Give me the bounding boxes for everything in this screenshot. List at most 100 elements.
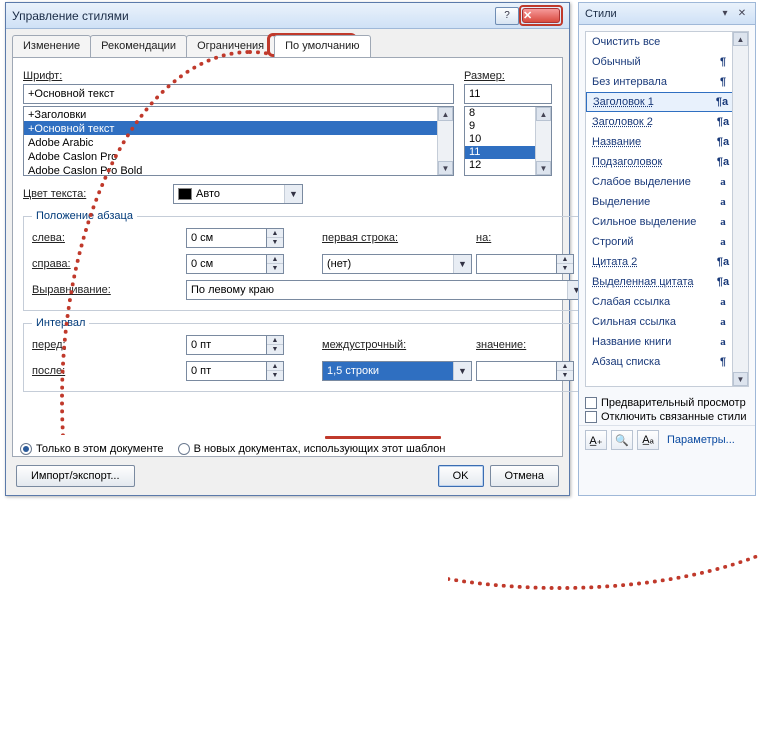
style-mark-icon: a	[716, 236, 730, 248]
tab-edit[interactable]: Изменение	[12, 35, 91, 57]
on-label: на:	[476, 232, 586, 244]
style-item[interactable]: Очистить все	[586, 32, 748, 52]
new-style-button[interactable]: A̲₊	[585, 430, 607, 450]
style-item[interactable]: Обычный¶	[586, 52, 748, 72]
linespacing-select[interactable]: 1,5 строки ▼	[322, 361, 472, 381]
before-value[interactable]: 0 пт	[186, 335, 266, 355]
scroll-up-icon[interactable]: ▲	[733, 32, 748, 46]
on-spinner[interactable]: ▲▼	[476, 254, 586, 274]
style-item[interactable]: Строгийa	[586, 232, 748, 252]
value-value[interactable]	[476, 361, 556, 381]
style-item[interactable]: Абзац списка¶	[586, 352, 748, 372]
scroll-up-icon[interactable]: ▲	[536, 107, 551, 121]
left-spinner[interactable]: 0 см ▲▼	[186, 228, 318, 248]
radio-dot-icon	[20, 443, 32, 455]
style-item[interactable]: Цитата 2¶a	[586, 252, 748, 272]
spin-up-icon[interactable]: ▲	[557, 362, 573, 371]
ok-button[interactable]: OK	[438, 465, 484, 487]
size-input[interactable]: 11	[464, 84, 552, 104]
panel-menu-icon[interactable]: ▾	[718, 7, 732, 21]
align-select[interactable]: По левому краю ▼	[186, 280, 586, 300]
style-mark-icon: ¶a	[716, 276, 730, 288]
styles-panel: Стили ▾ ✕ Очистить всеОбычный¶Без интерв…	[578, 2, 756, 496]
checkbox-disable-linked[interactable]: Отключить связанные стили	[585, 411, 749, 423]
spin-down-icon[interactable]: ▼	[267, 345, 283, 354]
panel-close-icon[interactable]: ✕	[735, 7, 749, 21]
style-inspector-button[interactable]: 🔍	[611, 430, 633, 450]
scroll-down-icon[interactable]: ▼	[438, 161, 453, 175]
on-value[interactable]	[476, 254, 556, 274]
right-spinner[interactable]: 0 см ▲▼	[186, 254, 318, 274]
spin-up-icon[interactable]: ▲	[267, 362, 283, 371]
style-item-name: Абзац списка	[592, 356, 716, 368]
checkbox-preview[interactable]: Предварительный просмотр	[585, 397, 749, 409]
font-item[interactable]: Adobe Caslon Pro	[24, 149, 453, 163]
value-spinner[interactable]: ▲▼	[476, 361, 586, 381]
left-value[interactable]: 0 см	[186, 228, 266, 248]
style-item[interactable]: Название¶a	[586, 132, 748, 152]
style-item[interactable]: Заголовок 2¶a	[586, 112, 748, 132]
style-item[interactable]: Заголовок 1¶a	[586, 92, 748, 112]
radio-this-document[interactable]: Только в этом документе	[20, 443, 164, 455]
style-item[interactable]: Слабое выделениеa	[586, 172, 748, 192]
spin-up-icon[interactable]: ▲	[267, 336, 283, 345]
font-scrollbar[interactable]: ▲ ▼	[437, 107, 453, 175]
spin-down-icon[interactable]: ▼	[557, 371, 573, 380]
style-mark-icon: ¶	[716, 76, 730, 88]
value-label: значение:	[476, 339, 586, 351]
font-item[interactable]: +Заголовки	[24, 107, 453, 121]
style-list[interactable]: Очистить всеОбычный¶Без интервала¶Заголо…	[585, 31, 749, 387]
style-item[interactable]: Без интервала¶	[586, 72, 748, 92]
text-color-label: Цвет текста:	[23, 188, 163, 200]
radio-new-documents[interactable]: В новых документах, использующих этот ша…	[178, 443, 446, 455]
size-scrollbar[interactable]: ▲ ▼	[535, 107, 551, 175]
spin-up-icon[interactable]: ▲	[557, 255, 573, 264]
cancel-button[interactable]: Отмена	[490, 465, 559, 487]
spin-down-icon[interactable]: ▼	[267, 371, 283, 380]
scroll-up-icon[interactable]: ▲	[438, 107, 453, 121]
spin-down-icon[interactable]: ▼	[557, 264, 573, 273]
spin-down-icon[interactable]: ▼	[267, 264, 283, 273]
after-value[interactable]: 0 пт	[186, 361, 266, 381]
before-label: перед:	[32, 339, 182, 351]
text-color-select[interactable]: Авто ▼	[173, 184, 303, 204]
style-scrollbar[interactable]: ▲ ▼	[732, 32, 748, 386]
font-value: +Основной текст	[28, 88, 114, 100]
style-item-name: Выделение	[592, 196, 716, 208]
tab-restrict[interactable]: Ограничения	[186, 35, 275, 57]
tab-recommend[interactable]: Рекомендации	[90, 35, 187, 57]
chevron-down-icon: ▼	[453, 255, 471, 273]
font-item[interactable]: Adobe Arabic	[24, 135, 453, 149]
scroll-down-icon[interactable]: ▼	[733, 372, 748, 386]
options-link[interactable]: Параметры...	[667, 434, 735, 446]
spin-up-icon[interactable]: ▲	[267, 229, 283, 238]
import-export-button[interactable]: Импорт/экспорт...	[16, 465, 135, 487]
style-item[interactable]: Выделенная цитата¶a	[586, 272, 748, 292]
scroll-down-icon[interactable]: ▼	[536, 161, 551, 175]
manage-styles-button[interactable]: A̲ₐ	[637, 430, 659, 450]
size-listbox[interactable]: 8 9 10 11 12 ▲ ▼	[464, 106, 552, 176]
style-item[interactable]: Название книгиa	[586, 332, 748, 352]
firstline-select[interactable]: (нет) ▼	[322, 254, 472, 274]
font-item[interactable]: +Основной текст	[24, 121, 453, 135]
font-item[interactable]: Adobe Caslon Pro Bold	[24, 163, 453, 176]
style-item[interactable]: Сильная ссылкаa	[586, 312, 748, 332]
style-item-name: Подзаголовок	[592, 156, 716, 168]
style-item[interactable]: Сильное выделениеa	[586, 212, 748, 232]
help-button[interactable]: ?	[495, 7, 519, 25]
size-value: 11	[469, 88, 480, 100]
tab-defaults[interactable]: По умолчанию	[274, 35, 370, 57]
style-item[interactable]: Выделениеa	[586, 192, 748, 212]
font-input[interactable]: +Основной текст	[23, 84, 454, 104]
paragraph-position-group: Положение абзаца слева: 0 см ▲▼ первая с…	[23, 210, 595, 311]
spin-down-icon[interactable]: ▼	[267, 238, 283, 247]
style-item[interactable]: Подзаголовок¶a	[586, 152, 748, 172]
style-item[interactable]: Слабая ссылкаa	[586, 292, 748, 312]
after-spinner[interactable]: 0 пт ▲▼	[186, 361, 318, 381]
panel-title: Стили	[585, 8, 715, 20]
right-value[interactable]: 0 см	[186, 254, 266, 274]
before-spinner[interactable]: 0 пт ▲▼	[186, 335, 318, 355]
font-listbox[interactable]: +Заголовки +Основной текст Adobe Arabic …	[23, 106, 454, 176]
close-button[interactable]: ✕	[522, 8, 560, 23]
spin-up-icon[interactable]: ▲	[267, 255, 283, 264]
